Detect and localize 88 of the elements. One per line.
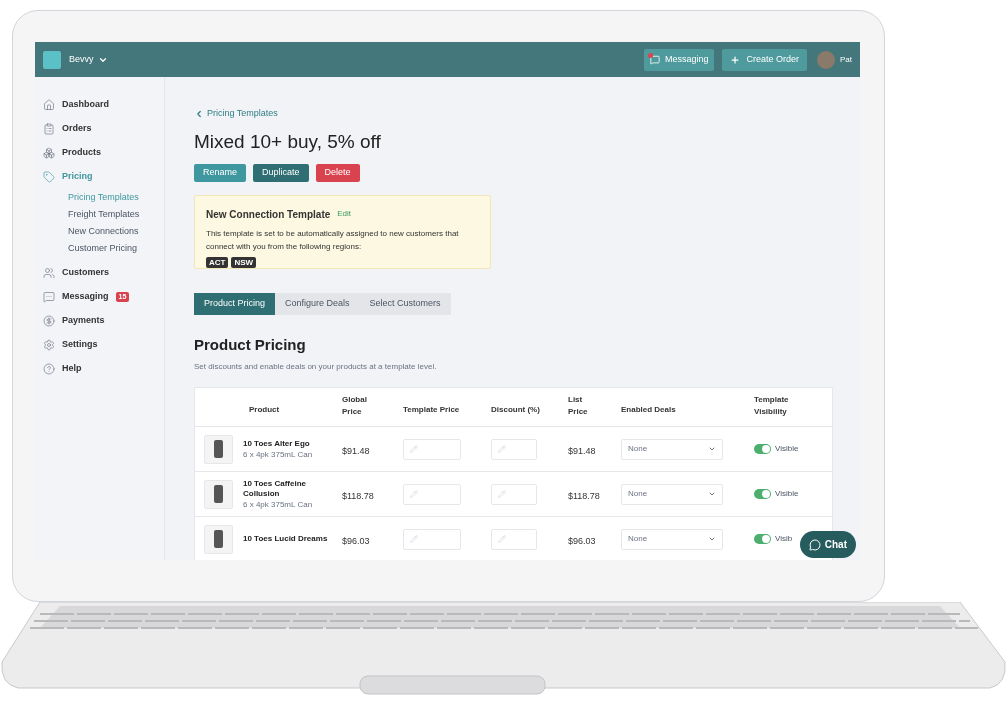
- tag-icon: [43, 171, 55, 183]
- column-header: Template Visibility: [754, 393, 790, 418]
- column-header: Template Price: [403, 404, 460, 416]
- settings-icon: [43, 339, 55, 351]
- sidebar-item[interactable]: Products: [43, 141, 164, 165]
- global-price: $118.78: [342, 491, 374, 501]
- back-link[interactable]: Pricing Templates: [194, 107, 860, 121]
- product-name: 10 Toes Lucid Dreams: [243, 534, 329, 544]
- template-price-field[interactable]: [403, 438, 461, 460]
- product-photo-placeholder: [204, 434, 233, 464]
- visibility-label: Visib: [775, 533, 793, 545]
- sidebar-item[interactable]: Payments: [43, 309, 164, 333]
- dollar-icon: [43, 315, 55, 327]
- global-price: $91.48: [342, 446, 370, 456]
- page-title: Mixed 10+ buy, 5% off: [194, 129, 382, 154]
- region-tag: ACT: [206, 256, 229, 268]
- notice-title: New Connection Template: [206, 207, 331, 222]
- product-name: 10 Toes Alter Ego: [243, 438, 311, 449]
- plus-icon: [730, 54, 741, 65]
- region-tag: NSW: [231, 256, 257, 268]
- visibility-label: Visible: [775, 488, 799, 500]
- sidebar-subitem[interactable]: Freight Templates: [68, 206, 164, 223]
- visibility-toggle[interactable]: [754, 534, 771, 544]
- users-icon: [43, 267, 55, 279]
- discount-field[interactable]: [491, 438, 537, 460]
- list-price: $118.78: [568, 491, 600, 501]
- sidebar-item[interactable]: Dashboard: [43, 93, 164, 117]
- sidebar-item[interactable]: Settings: [43, 333, 164, 357]
- pencil-icon: [498, 490, 506, 498]
- section-subtitle: Set discounts and enable deals on your products at a template level.: [194, 361, 438, 373]
- pencil-icon: [410, 490, 418, 498]
- action-button[interactable]: Delete: [315, 163, 360, 182]
- logo-icon: [43, 50, 61, 69]
- discount-field[interactable]: [491, 528, 537, 550]
- deals-dropdown[interactable]: None: [621, 483, 723, 505]
- discount-field[interactable]: [491, 483, 537, 505]
- sidebar-item[interactable]: Orders: [43, 117, 164, 141]
- clipboard-icon: [43, 123, 55, 135]
- chat-icon: [43, 291, 55, 303]
- template-price-field[interactable]: [403, 483, 461, 505]
- pencil-icon: [498, 535, 506, 543]
- tab[interactable]: Select Customers: [359, 292, 451, 315]
- column-header: Discount (%): [491, 404, 540, 416]
- tab[interactable]: Product Pricing: [194, 292, 276, 315]
- sidebar-item[interactable]: Customers: [43, 261, 164, 285]
- deals-dropdown[interactable]: None: [621, 438, 723, 460]
- action-button[interactable]: Rename: [194, 163, 247, 182]
- visibility-toggle[interactable]: [754, 444, 771, 454]
- action-button[interactable]: Duplicate: [253, 163, 309, 182]
- sidebar-item[interactable]: Help: [43, 357, 164, 381]
- sidebar-subitem[interactable]: Customer Pricing: [68, 240, 164, 257]
- section-title: Product Pricing: [194, 334, 307, 355]
- brand-menu[interactable]: Bevvy: [69, 52, 108, 67]
- message-icon: [649, 54, 660, 65]
- column-header: List Price: [568, 393, 589, 418]
- product-pack: 6 x 4pk 375mL Can: [243, 448, 314, 460]
- column-header: Enabled Deals: [621, 404, 676, 416]
- chat-bubble-icon: [808, 538, 821, 551]
- list-price: $96.03: [568, 536, 596, 546]
- caret-icon: [708, 445, 716, 453]
- product-photo-placeholder: [204, 479, 233, 509]
- tab[interactable]: Configure Deals: [275, 292, 360, 315]
- avatar: [817, 50, 835, 69]
- caret-icon: [708, 490, 716, 498]
- caret-icon: [708, 535, 716, 543]
- back-chevron-icon: [194, 108, 204, 119]
- boxes-icon: [43, 147, 55, 159]
- edit-link[interactable]: Edit: [337, 208, 352, 220]
- product-pack: 6 x 4pk 375mL Can: [243, 498, 314, 510]
- pencil-icon: [410, 445, 418, 453]
- template-price-field[interactable]: [403, 528, 461, 550]
- visibility-label: Visible: [775, 443, 799, 455]
- sidebar-subitem[interactable]: New Connections: [68, 223, 164, 240]
- chat-button[interactable]: Chat: [799, 531, 856, 558]
- pencil-icon: [498, 445, 506, 453]
- user-name: Pat: [840, 53, 852, 66]
- product-name: 10 Toes Caffeine Collusion: [243, 478, 307, 499]
- column-header: Product: [249, 404, 280, 416]
- home-icon: [43, 99, 55, 111]
- pencil-icon: [410, 535, 418, 543]
- product-photo-placeholder: [204, 524, 233, 554]
- visibility-toggle[interactable]: [754, 489, 771, 499]
- help-icon: [43, 363, 55, 375]
- list-price: $91.48: [568, 446, 596, 456]
- deals-dropdown[interactable]: None: [621, 528, 723, 550]
- column-header: Global Price: [342, 393, 368, 418]
- global-price: $96.03: [342, 536, 370, 546]
- notice-text: This template is set to be automatically assigned to new customers that connect with you from the following regions:: [206, 227, 460, 253]
